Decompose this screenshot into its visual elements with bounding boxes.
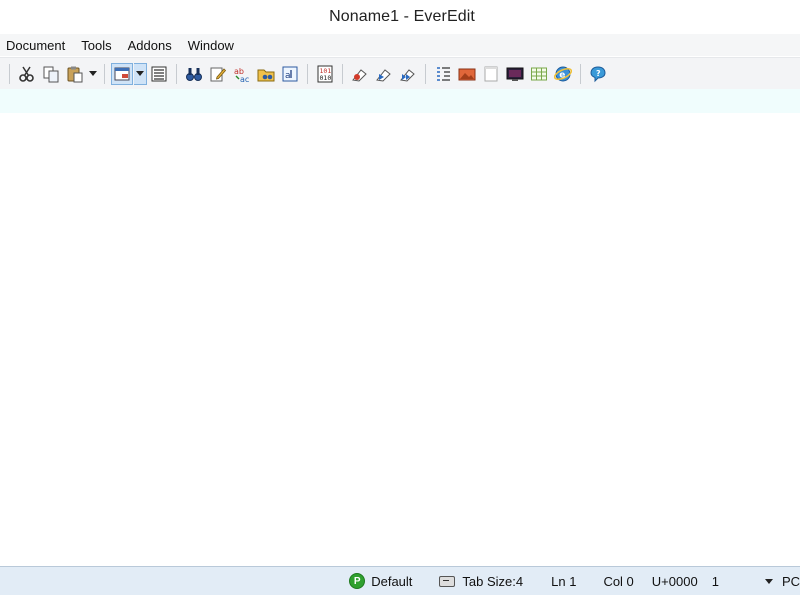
goto-icon[interactable]: a <box>279 63 301 85</box>
hex-view-icon[interactable]: 101 010 <box>314 63 336 85</box>
outline-icon[interactable] <box>432 63 454 85</box>
monitor-icon[interactable] <box>504 63 526 85</box>
window-title: Noname1 - EverEdit <box>329 8 475 25</box>
menu-tools[interactable]: Tools <box>75 38 111 53</box>
tab-size-status[interactable]: Tab Size:4 <box>439 574 523 589</box>
grid-icon[interactable] <box>528 63 550 85</box>
tab-size-label: Tab Size:4 <box>462 573 524 589</box>
title-bar: Noname1 - EverEdit <box>0 0 800 34</box>
line-label: Ln 1 <box>551 573 577 589</box>
line-status: Ln 1 <box>551 574 576 589</box>
find-icon[interactable] <box>183 63 205 85</box>
blank-page-icon[interactable] <box>480 63 502 85</box>
svg-text:?: ? <box>596 69 601 78</box>
toolbar-separator <box>9 63 10 84</box>
svg-text:ac: ac <box>240 75 249 83</box>
macro-run-multiple-icon[interactable] <box>397 63 419 85</box>
svg-text:e: e <box>559 70 565 80</box>
menu-window[interactable]: Window <box>182 38 234 53</box>
replace-icon[interactable]: ab ac <box>231 63 253 85</box>
macro-record-icon[interactable] <box>349 63 371 85</box>
paste-icon[interactable] <box>64 63 86 85</box>
view-mode-dropdown[interactable] <box>134 62 147 85</box>
line-ending-label: PC <box>781 573 800 589</box>
copy-icon[interactable] <box>40 63 62 85</box>
browser-icon[interactable]: e <box>552 63 574 85</box>
toolbar-separator <box>176 63 177 84</box>
image-icon[interactable] <box>456 63 478 85</box>
toolbar-separator <box>580 63 581 84</box>
find-in-files-icon[interactable] <box>255 63 277 85</box>
menu-bar: Document Tools Addons Window <box>0 34 800 56</box>
encoding-indicator-icon: P <box>349 573 366 589</box>
toolbar-separator <box>307 63 308 84</box>
line-ending-status[interactable]: PC <box>764 573 800 589</box>
macro-play-icon[interactable] <box>373 63 395 85</box>
line-ending-dropdown-icon <box>764 578 773 584</box>
column-status: Col 0 <box>603 574 633 589</box>
ruler-bar <box>0 89 800 113</box>
editor-text-area[interactable] <box>0 113 800 566</box>
help-icon[interactable]: ? <box>587 63 609 85</box>
encoding-label: Default <box>371 573 413 589</box>
view-mode-icon[interactable] <box>111 62 133 85</box>
toolbar: ab ac a 101 010 e ? <box>0 57 800 90</box>
toolbar-separator <box>342 63 343 84</box>
window-bottom-edge <box>0 595 800 600</box>
menu-document[interactable]: Document <box>0 38 65 53</box>
svg-text:a: a <box>285 71 291 81</box>
toolbar-separator <box>104 63 105 84</box>
toolbar-separator <box>425 63 426 84</box>
cut-icon[interactable] <box>16 63 38 85</box>
edit-note-icon[interactable] <box>207 63 229 85</box>
menu-addons[interactable]: Addons <box>122 38 172 53</box>
encoding-status[interactable]: P Default <box>349 573 412 589</box>
column-label: Col 0 <box>603 573 634 589</box>
paste-dropdown[interactable] <box>87 63 99 85</box>
unicode-label: U+0000 <box>651 573 698 589</box>
tab-key-icon <box>439 575 456 587</box>
selection-status: 1 <box>712 574 719 589</box>
document-list-icon[interactable] <box>148 63 170 85</box>
selection-label: 1 <box>711 573 719 589</box>
status-bar: P Default Tab Size:4 Ln 1 Col 0 U+0000 1… <box>0 566 800 595</box>
svg-text:010: 010 <box>320 74 332 82</box>
unicode-status: U+0000 <box>652 574 698 589</box>
